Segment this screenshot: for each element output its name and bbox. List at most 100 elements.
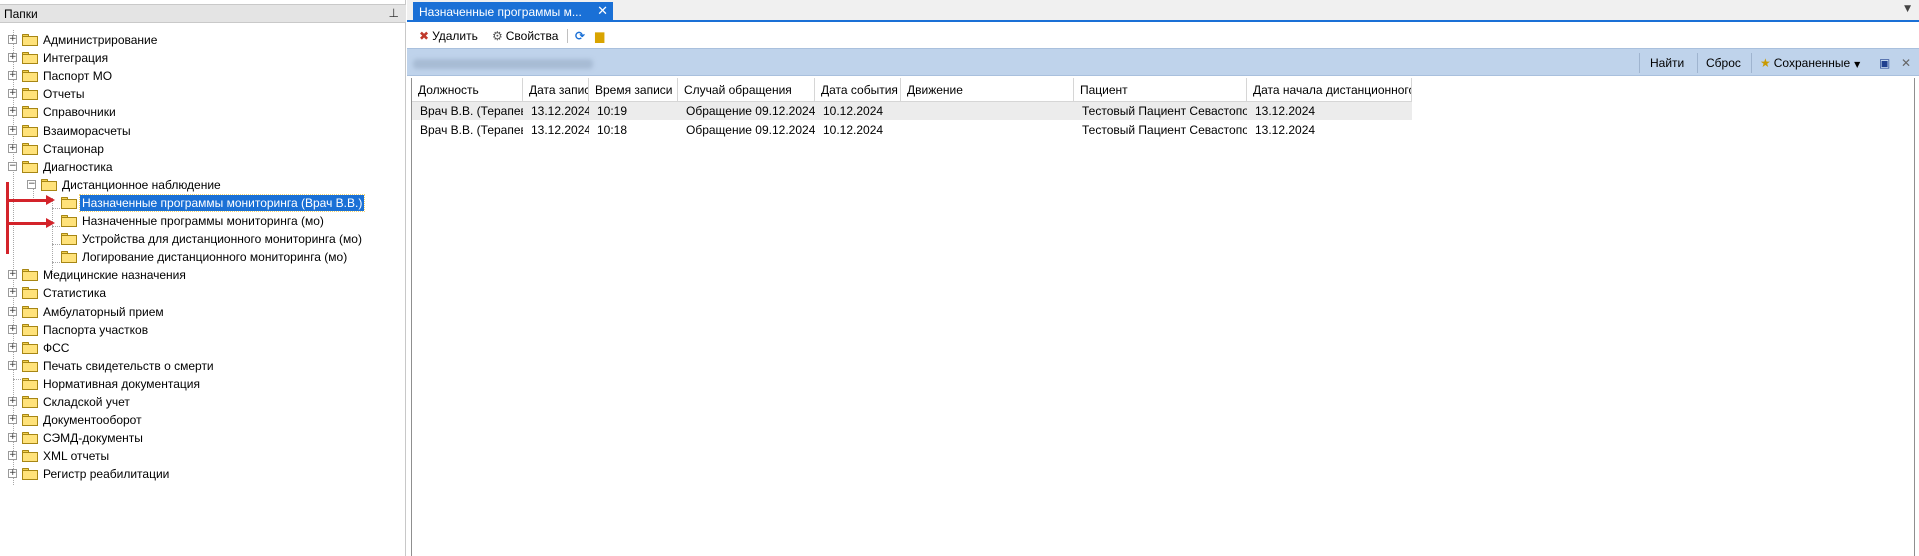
reset-button[interactable]: Сброс <box>1706 54 1741 72</box>
folder-up-icon: ▆ <box>595 29 605 43</box>
expand-icon[interactable]: + <box>8 342 17 352</box>
column-header[interactable]: Время записи <box>589 78 678 102</box>
table-row[interactable]: Врач В.В. (Терапевт) 13.12.2024 10:18 Обращ… <box>412 121 1412 139</box>
column-header[interactable]: Дата записи <box>523 78 589 102</box>
toolbar-divider <box>567 29 568 43</box>
table-row[interactable]: Врач В.В. (Терапевт) 13.12.2024 10:19 Обращ… <box>412 102 1412 120</box>
expand-icon[interactable]: + <box>8 270 17 280</box>
saved-filters-label: Сохраненные <box>1773 56 1851 70</box>
tree-item[interactable]: + Печать свидетельств о смерти <box>0 358 406 376</box>
tree-item[interactable]: + Администрирование <box>0 32 406 50</box>
folders-panel-title: Папки <box>4 7 38 21</box>
chevron-down-icon[interactable]: ▼ <box>1904 4 1911 14</box>
folder-icon <box>22 142 38 155</box>
expand-icon[interactable]: + <box>8 469 17 479</box>
column-header[interactable]: Случай обращения <box>678 78 815 102</box>
expand-icon[interactable]: + <box>8 53 17 63</box>
tree-item-label: Устройства для дистанционного мониторинг… <box>82 232 362 247</box>
tree-item[interactable]: + Интеграция <box>0 50 406 68</box>
tree-item[interactable]: + Паспорта участков <box>0 322 406 340</box>
folder-icon <box>61 251 77 264</box>
tab-label: Назначенные программы м... <box>419 5 582 19</box>
expand-icon[interactable]: + <box>8 415 17 425</box>
tree-item[interactable]: Назначенные программы мониторинга (Врач … <box>0 193 406 213</box>
tree-item[interactable]: + Паспорт МО <box>0 68 406 86</box>
column-header[interactable]: Дата начала дистанционного мо... <box>1247 78 1412 102</box>
tree-item[interactable]: + Документооборот <box>0 412 406 430</box>
tree-item[interactable]: + Амбулаторный прием <box>0 304 406 322</box>
tree-item-label: Складской учет <box>43 395 130 409</box>
tree-item[interactable]: Назначенные программы мониторинга (мо) <box>0 213 406 231</box>
tree-item[interactable]: + Стационар <box>0 141 406 159</box>
tree-item[interactable]: + СЭМД-документы <box>0 430 406 448</box>
expand-icon[interactable]: + <box>8 433 17 443</box>
table-cell: Тестовый Пациент Севастополь <box>1082 104 1247 118</box>
tree-item[interactable]: Устройства для дистанционного мониторинг… <box>0 231 406 249</box>
expand-icon[interactable]: + <box>8 35 17 44</box>
column-header[interactable]: Пациент <box>1074 78 1247 102</box>
tab-monitoring-programs[interactable]: Назначенные программы м... ✕ <box>413 2 613 22</box>
tree-item[interactable]: + Взаиморасчеты <box>0 123 406 141</box>
expand-icon[interactable]: + <box>8 324 17 334</box>
expand-icon[interactable]: + <box>8 288 17 298</box>
tree-item[interactable]: − Диагностика <box>0 159 406 177</box>
folder-icon <box>22 450 38 463</box>
column-header[interactable]: Движение <box>901 78 1074 102</box>
tree-item-label: Дистанционное наблюдение <box>62 177 221 192</box>
refresh-button[interactable]: ⟳ <box>575 27 588 45</box>
pin-icon[interactable]: ⊥ <box>389 6 399 20</box>
expand-icon[interactable]: + <box>8 306 17 316</box>
folders-tree: + Администрирование + Интеграция + Паспорт МО… <box>0 30 406 530</box>
tree-item[interactable]: − Дистанционное наблюдение <box>0 177 406 195</box>
tree-item-label: Интеграция <box>43 51 109 66</box>
find-button[interactable]: Найти <box>1650 54 1684 72</box>
expand-icon[interactable]: + <box>8 71 17 81</box>
tree-item[interactable]: Нормативная документация <box>0 376 406 394</box>
tree-item-label: Нормативная документация <box>43 376 200 391</box>
tree-item-label: XML отчеты <box>43 449 110 464</box>
column-header[interactable]: Должность <box>412 78 523 102</box>
filter-bar: Найти Сброс ★ Сохраненные ▼ ▣ ✕ <box>407 48 1919 76</box>
expand-icon[interactable]: + <box>8 107 17 117</box>
tree-item[interactable]: + Статистика <box>0 285 406 303</box>
close-filter-button[interactable]: ✕ <box>1901 54 1911 72</box>
folder-open-icon <box>61 196 77 209</box>
tree-item[interactable]: + Регистр реабилитации <box>0 466 406 484</box>
expand-icon[interactable]: + <box>8 89 17 99</box>
filter-divider <box>1697 53 1698 73</box>
tree-item[interactable]: + Складской учет <box>0 394 406 412</box>
tree-item[interactable]: + XML отчеты <box>0 448 406 466</box>
table-cell: 13.12.2024 <box>1255 123 1316 137</box>
expand-icon[interactable]: + <box>8 451 17 461</box>
save-icon: ▣ <box>1879 56 1891 70</box>
tree-item[interactable]: + Отчеты <box>0 86 406 104</box>
saved-filters-button[interactable]: ★ Сохраненные ▼ <box>1760 54 1860 72</box>
toolbar: ✖ Удалить ⚙ Свойства ⟳ ▆ <box>407 24 1919 48</box>
delete-label: Удалить <box>432 29 478 43</box>
tree-item[interactable]: + ФСС <box>0 340 406 358</box>
folder-up-button[interactable]: ▆ <box>595 27 607 45</box>
tree-item-label: Документооборот <box>43 413 142 428</box>
delete-button[interactable]: ✖ Удалить <box>419 27 478 45</box>
properties-button[interactable]: ⚙ Свойства <box>492 27 558 45</box>
tree-item-label: Статистика <box>43 286 107 301</box>
save-button[interactable]: ▣ <box>1879 54 1890 72</box>
folders-panel: Папки ⊥ + Администрирование + Интеграция + Па… <box>0 0 406 556</box>
expand-icon[interactable]: + <box>8 125 17 135</box>
column-header[interactable]: Дата события <box>815 78 901 102</box>
tree-item[interactable]: + Справочники <box>0 104 406 122</box>
expand-icon[interactable]: + <box>8 397 17 406</box>
folder-icon <box>22 432 38 445</box>
close-icon[interactable]: ✕ <box>597 4 608 19</box>
table-cell: Врач В.В. (Терапевт) <box>420 123 523 137</box>
collapse-icon[interactable]: − <box>8 161 17 171</box>
expand-icon[interactable]: + <box>8 143 17 153</box>
tree-item-label: Назначенные программы мониторинга (мо) <box>82 214 324 228</box>
tree-item-label: Отчеты <box>43 87 85 102</box>
table-cell: Тестовый Пациент Севастополь <box>1082 123 1247 137</box>
tree-item[interactable]: Логирование дистанционного мониторинга (… <box>0 249 406 267</box>
table-cell <box>901 102 1074 120</box>
collapse-icon[interactable]: − <box>27 179 36 189</box>
tree-item[interactable]: + Медицинские назначения <box>0 267 406 285</box>
expand-icon[interactable]: + <box>8 360 17 370</box>
